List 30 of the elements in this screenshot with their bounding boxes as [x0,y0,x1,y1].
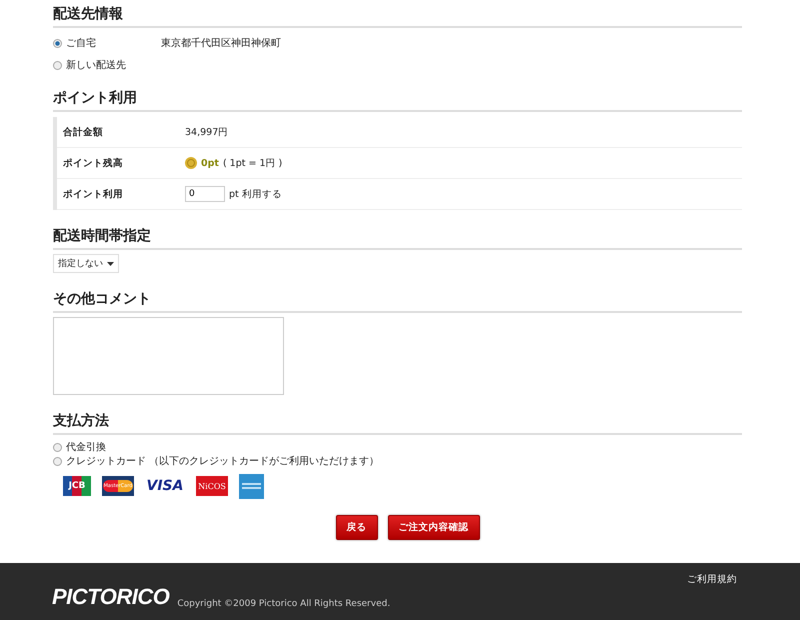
copyright-text: Copyright ©2009 Pictorico All Rights Reserved. [177,599,390,610]
radio-option[interactable]: 代金引換 [53,440,742,454]
terms-link[interactable]: ご利用規約 [687,573,737,586]
total-amount: 34,997円 [185,126,228,138]
point-input[interactable]: 0 [185,186,225,202]
radio-option[interactable]: クレジットカード （以下のクレジットカードがご利用いただけます） [53,454,742,468]
section-heading: 配送時間帯指定 [53,226,742,250]
section-heading: 支払方法 [53,411,742,435]
caret-icon [107,262,114,266]
address-text: 東京都千代田区神田神保町 [161,36,281,50]
form-button[interactable]: ご注文内容確認 [388,515,480,540]
unit-label: pt 利用する [229,188,282,200]
section-heading: ポイント利用 [53,88,742,112]
section-heading: 配送先情報 [53,4,742,28]
card-logo: VISA [146,477,184,496]
point-rate: ( 1pt = 1円 ) [222,156,282,170]
coin-icon [185,157,197,169]
card-logo-icon [239,474,264,498]
radio-option[interactable]: ご自宅 [53,36,161,50]
point-balance: 0pt [201,158,219,168]
comment-field[interactable] [53,317,284,395]
time-select[interactable]: 指定しない [53,254,119,273]
form-button[interactable]: 戻る [336,515,378,540]
card-logo: NiCOS [196,476,228,496]
brand-logo: PICTORICO [52,584,170,610]
row-label: ポイント残高 [62,156,124,170]
row-label: ポイント利用 [62,188,124,200]
section-heading: その他コメント [53,289,742,313]
radio-option[interactable]: 新しい配送先 [53,58,161,72]
row-label: 合計金額 [62,126,104,138]
